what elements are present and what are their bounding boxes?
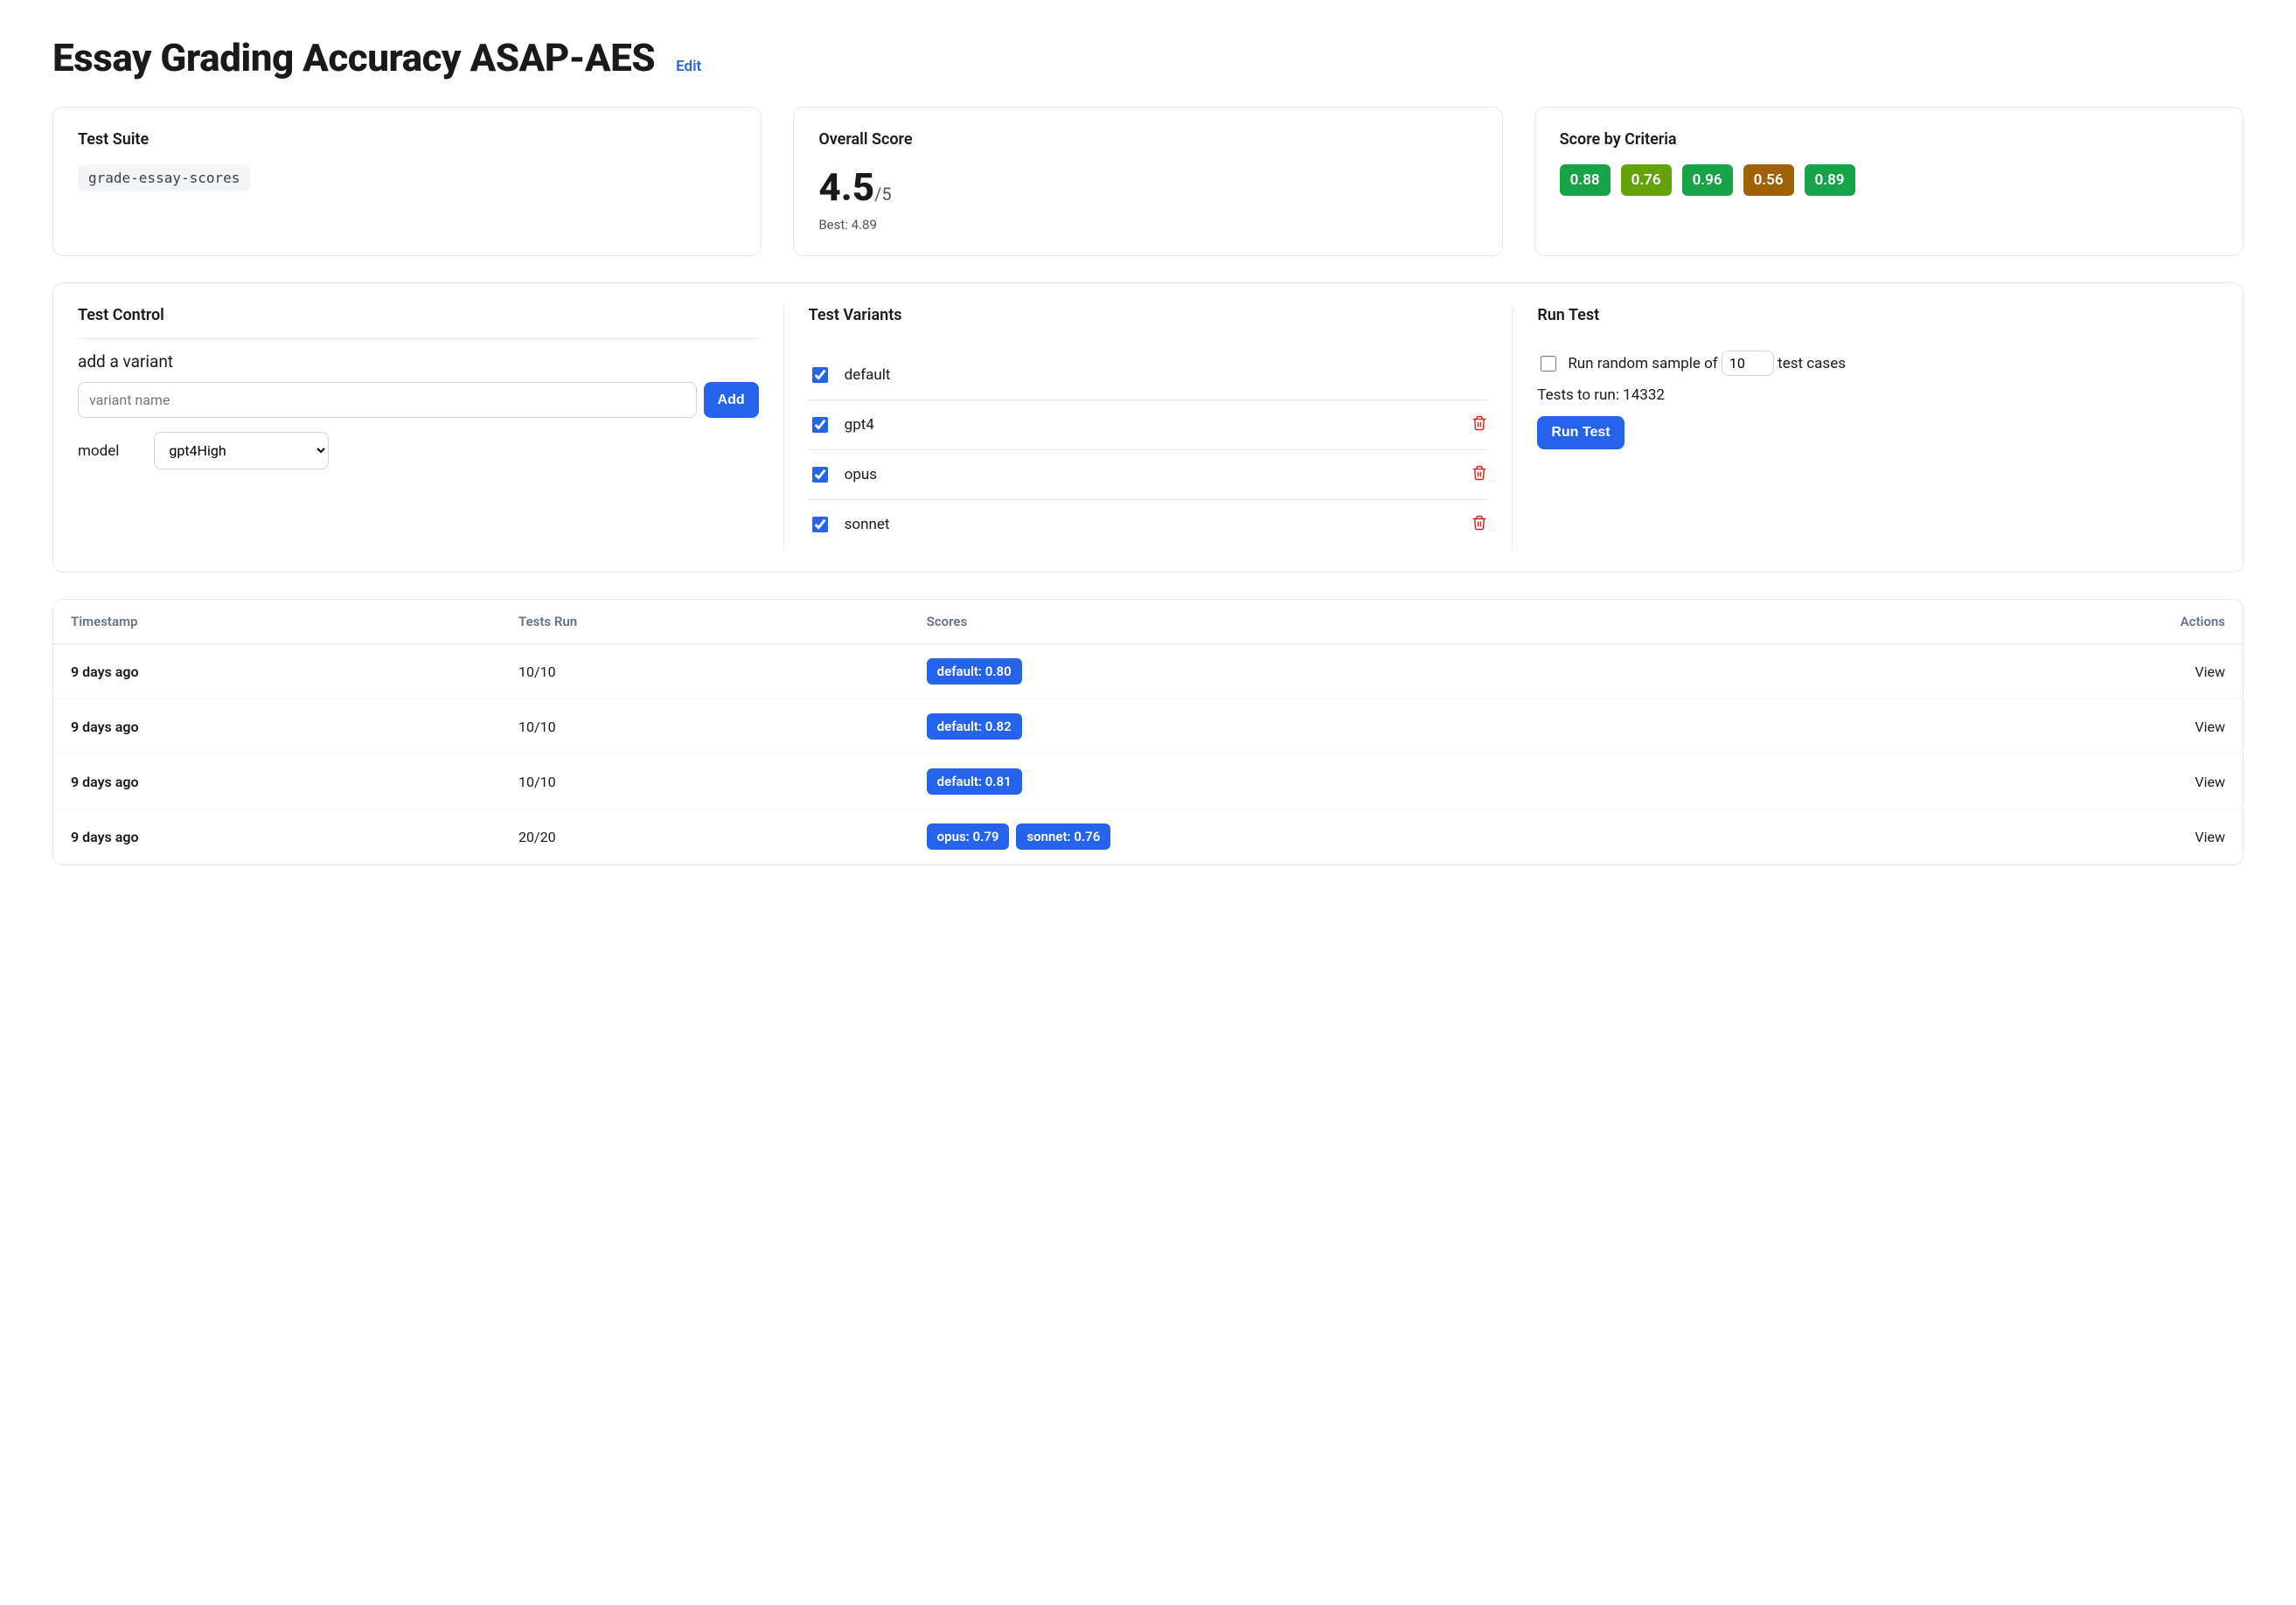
- table-row: 9 days ago10/10 default: 0.80 View: [53, 644, 2243, 699]
- variant-item: default: [809, 351, 1488, 400]
- overall-score-title: Overall Score: [818, 130, 1477, 149]
- tests-to-run-label: Tests to run: 14332: [1537, 386, 2218, 404]
- page-title: Essay Grading Accuracy ASAP-AES: [52, 35, 655, 80]
- criteria-badge: 0.96: [1682, 164, 1733, 196]
- score-badge: sonnet: 0.76: [1016, 823, 1110, 850]
- cell-timestamp: 9 days ago: [53, 754, 501, 809]
- table-row: 9 days ago10/10 default: 0.82 View: [53, 699, 2243, 754]
- score-by-criteria-title: Score by Criteria: [1560, 130, 2218, 149]
- cell-scores: default: 0.82: [909, 699, 1895, 754]
- cell-tests-run: 10/10: [501, 699, 909, 754]
- variant-name: default: [845, 366, 1488, 384]
- run-sample-suffix: test cases: [1778, 355, 1846, 372]
- cell-scores: default: 0.80: [909, 644, 1895, 699]
- variant-name-input[interactable]: [78, 382, 697, 418]
- variant-item: opus: [809, 450, 1488, 500]
- col-tests-run: Tests Run: [501, 600, 909, 644]
- table-row: 9 days ago20/20opus: 0.79sonnet: 0.76Vie…: [53, 809, 2243, 865]
- runs-table-card: Timestamp Tests Run Scores Actions 9 day…: [52, 599, 2244, 865]
- test-variants-title: Test Variants: [809, 306, 1488, 338]
- score-by-criteria-card: Score by Criteria 0.88 0.76 0.96 0.56 0.89: [1534, 107, 2244, 256]
- cell-tests-run: 10/10: [501, 644, 909, 699]
- test-control-title: Test Control: [78, 306, 759, 339]
- model-label: model: [78, 442, 119, 460]
- criteria-badge: 0.89: [1805, 164, 1855, 196]
- trash-icon[interactable]: [1472, 465, 1487, 485]
- cell-tests-run: 10/10: [501, 754, 909, 809]
- test-suite-title: Test Suite: [78, 130, 736, 149]
- run-test-title: Run Test: [1537, 306, 2218, 338]
- cell-scores: default: 0.81: [909, 754, 1895, 809]
- variant-item: sonnet: [809, 500, 1488, 549]
- view-link[interactable]: View: [2195, 774, 2225, 790]
- cell-actions: View: [1895, 644, 2243, 699]
- run-sample-checkbox[interactable]: [1541, 356, 1556, 372]
- criteria-badge: 0.88: [1560, 164, 1611, 196]
- trash-icon[interactable]: [1472, 515, 1487, 535]
- variant-name: opus: [845, 466, 1458, 483]
- overall-score-denom: /5: [874, 184, 892, 205]
- variant-checkbox[interactable]: [812, 417, 828, 433]
- test-suite-name: grade-essay-scores: [78, 164, 250, 191]
- score-badge: default: 0.82: [927, 713, 1022, 740]
- edit-link[interactable]: Edit: [676, 58, 701, 75]
- overall-score-best: Best: 4.89: [818, 217, 1477, 233]
- trash-icon[interactable]: [1472, 415, 1487, 435]
- variant-name: gpt4: [845, 416, 1458, 434]
- test-suite-card: Test Suite grade-essay-scores: [52, 107, 762, 256]
- score-badge: default: 0.80: [927, 658, 1022, 684]
- view-link[interactable]: View: [2195, 719, 2225, 735]
- add-variant-button[interactable]: Add: [704, 382, 759, 418]
- cell-actions: View: [1895, 754, 2243, 809]
- test-control-card: Test Control add a variant Add model gpt…: [52, 282, 2244, 573]
- view-link[interactable]: View: [2195, 664, 2225, 680]
- overall-score-card: Overall Score 4.5/5 Best: 4.89: [793, 107, 1502, 256]
- cell-timestamp: 9 days ago: [53, 699, 501, 754]
- cell-actions: View: [1895, 699, 2243, 754]
- cell-timestamp: 9 days ago: [53, 644, 501, 699]
- view-link[interactable]: View: [2195, 829, 2225, 845]
- col-actions: Actions: [1895, 600, 2243, 644]
- run-sample-prefix: Run random sample of: [1568, 355, 1717, 372]
- variant-checkbox[interactable]: [812, 367, 828, 383]
- overall-score-value: 4.5: [818, 164, 874, 210]
- criteria-badge: 0.76: [1621, 164, 1672, 196]
- cell-timestamp: 9 days ago: [53, 809, 501, 865]
- score-badge: opus: 0.79: [927, 823, 1010, 850]
- model-select[interactable]: gpt4High: [154, 432, 329, 469]
- score-badge: default: 0.81: [927, 768, 1022, 795]
- col-timestamp: Timestamp: [53, 600, 501, 644]
- criteria-badge: 0.56: [1743, 164, 1794, 196]
- cell-scores: opus: 0.79sonnet: 0.76: [909, 809, 1895, 865]
- add-variant-label: add a variant: [78, 351, 759, 372]
- cell-tests-run: 20/20: [501, 809, 909, 865]
- variant-checkbox[interactable]: [812, 467, 828, 483]
- cell-actions: View: [1895, 809, 2243, 865]
- table-row: 9 days ago10/10 default: 0.81 View: [53, 754, 2243, 809]
- run-test-button[interactable]: Run Test: [1537, 416, 1624, 449]
- variant-checkbox[interactable]: [812, 517, 828, 532]
- variant-name: sonnet: [845, 516, 1458, 533]
- variant-item: gpt4: [809, 400, 1488, 450]
- run-sample-input[interactable]: [1722, 351, 1774, 376]
- col-scores: Scores: [909, 600, 1895, 644]
